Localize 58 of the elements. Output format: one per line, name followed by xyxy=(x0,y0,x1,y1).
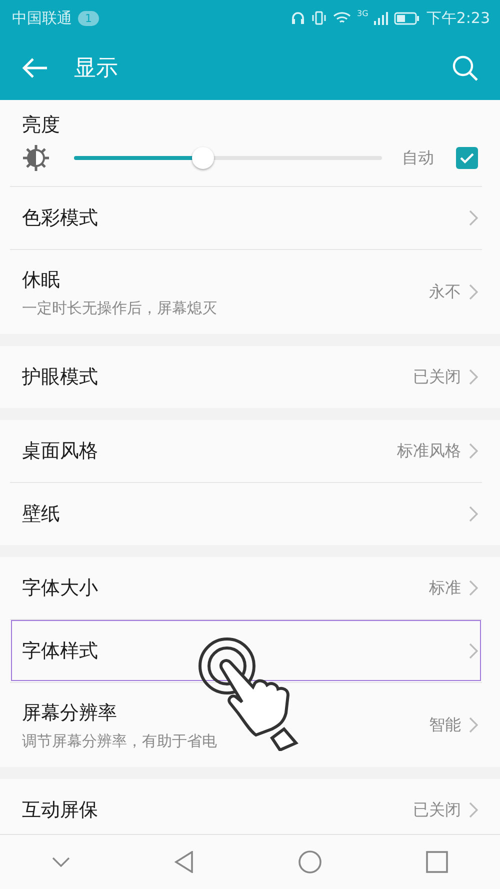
slider-thumb[interactable] xyxy=(192,147,214,169)
chevron-right-icon xyxy=(469,369,478,385)
auto-checkbox[interactable] xyxy=(456,147,478,169)
setting-title: 互动屏保 xyxy=(22,798,99,823)
setting-title: 字体样式 xyxy=(22,639,99,664)
setting-title: 壁纸 xyxy=(22,502,61,527)
settings-row[interactable]: 屏幕分辨率 调节屏幕分辨率，有助于省电 智能 xyxy=(10,682,482,767)
carrier-name: 中国联通 xyxy=(12,8,72,28)
chevron-right-icon xyxy=(469,580,478,596)
setting-title: 桌面风格 xyxy=(22,439,99,464)
home-circle-icon[interactable] xyxy=(298,850,322,874)
setting-title: 亮度 xyxy=(22,113,61,138)
brightness-icon xyxy=(22,144,50,172)
setting-value: 永不 xyxy=(429,282,461,302)
chevron-right-icon xyxy=(469,443,478,459)
settings-row[interactable]: 色彩模式 xyxy=(10,186,482,249)
chevron-right-icon xyxy=(469,284,478,300)
auto-label: 自动 xyxy=(402,148,434,168)
search-icon[interactable] xyxy=(452,55,478,81)
settings-row[interactable]: 护眼模式 已关闭 xyxy=(10,346,482,408)
vibrate-icon xyxy=(311,11,328,25)
chevron-down-icon[interactable] xyxy=(52,857,70,867)
setting-value: 标准风格 xyxy=(397,440,461,462)
notification-count: 1 xyxy=(78,10,99,26)
recents-square-icon[interactable] xyxy=(426,851,448,873)
setting-description: 调节屏幕分辨率，有助于省电 xyxy=(22,732,218,750)
setting-title: 屏幕分辨率 xyxy=(22,700,118,726)
setting-title: 色彩模式 xyxy=(22,206,99,231)
setting-value: 已关闭 xyxy=(413,366,461,388)
clock: 下午2:23 xyxy=(426,8,490,28)
chevron-right-icon xyxy=(469,717,478,733)
headphones-icon xyxy=(291,11,306,25)
back-triangle-icon[interactable] xyxy=(174,851,194,873)
settings-row[interactable]: 字体大小 标准 xyxy=(10,557,482,619)
setting-title: 休眠 xyxy=(22,268,61,292)
settings-row[interactable]: 字体样式 xyxy=(10,619,482,682)
setting-title: 字体大小 xyxy=(22,576,99,601)
chevron-right-icon xyxy=(469,643,478,659)
setting-title: 护眼模式 xyxy=(22,365,99,390)
page-title: 显示 xyxy=(74,55,119,83)
setting-description: 一定时长无操作后，屏幕熄灭 xyxy=(22,298,218,318)
brightness-slider[interactable] xyxy=(74,145,382,171)
settings-row[interactable]: 休眠 一定时长无操作后，屏幕熄灭 永不 xyxy=(10,249,482,334)
battery-icon xyxy=(394,12,420,24)
signal-icon xyxy=(374,11,388,25)
check-icon xyxy=(460,152,474,164)
settings-row[interactable]: 壁纸 xyxy=(10,482,482,545)
settings-row[interactable]: 互动屏保 已关闭 xyxy=(10,779,482,834)
setting-value: 智能 xyxy=(429,714,461,736)
setting-value: 标准 xyxy=(429,578,461,598)
setting-value: 已关闭 xyxy=(413,800,461,820)
back-arrow-icon[interactable] xyxy=(22,57,48,79)
wifi-icon xyxy=(333,11,352,25)
settings-row[interactable]: 桌面风格 标准风格 xyxy=(10,420,482,482)
network-type: 3G xyxy=(357,9,368,18)
chevron-right-icon xyxy=(469,802,478,818)
chevron-right-icon xyxy=(469,506,478,522)
chevron-right-icon xyxy=(469,210,478,226)
